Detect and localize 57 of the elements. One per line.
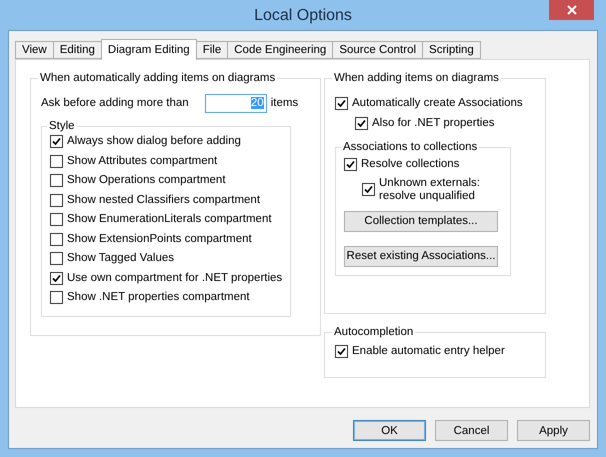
group-title: When adding items on diagrams xyxy=(333,72,500,84)
checkbox[interactable] xyxy=(355,116,368,130)
group-title: Autocompletion xyxy=(333,326,414,338)
close-icon xyxy=(566,5,576,15)
checkmark-icon xyxy=(364,185,373,194)
close-button[interactable] xyxy=(549,0,594,20)
checkbox[interactable] xyxy=(335,97,348,110)
checkbox[interactable] xyxy=(50,194,63,207)
tab[interactable]: Scripting xyxy=(422,41,481,59)
checkmark-icon xyxy=(346,160,355,170)
tab[interactable]: Source Control xyxy=(332,41,424,59)
checkbox[interactable] xyxy=(344,158,357,172)
checkbox[interactable] xyxy=(362,183,375,196)
tab[interactable]: Editing xyxy=(52,41,102,59)
tab[interactable]: Diagram Editing xyxy=(100,39,197,60)
checkbox-label: Show EnumerationLiterals compartment xyxy=(67,213,272,226)
tab[interactable]: File xyxy=(196,41,228,59)
checkbox[interactable] xyxy=(50,213,63,226)
checkbox[interactable] xyxy=(50,291,63,304)
checkbox-label: Show .NET properties compartment xyxy=(67,291,250,304)
group-title: Style xyxy=(48,120,76,132)
checkbox-label: Also for .NET properties xyxy=(372,116,495,130)
checkmark-icon xyxy=(52,274,61,283)
checkbox[interactable] xyxy=(335,345,348,358)
dialog-button[interactable]: Cancel xyxy=(435,420,508,441)
group-title: Associations to collections xyxy=(342,141,478,153)
tab[interactable]: View xyxy=(15,41,54,59)
checkbox-label: Resolve collections xyxy=(361,158,460,172)
checkbox[interactable] xyxy=(50,174,63,188)
checkmark-icon xyxy=(357,118,366,128)
checkbox[interactable] xyxy=(50,135,63,148)
dialog-button[interactable]: OK xyxy=(353,420,426,441)
checkbox[interactable] xyxy=(50,232,63,246)
checkmark-icon xyxy=(337,347,346,356)
action-button[interactable]: Collection templates... xyxy=(344,210,498,232)
checkbox-label: Automatically create Associations xyxy=(352,97,523,110)
checkbox-label: Show nested Classifiers compartment xyxy=(67,194,260,207)
action-button[interactable]: Reset existing Associations... xyxy=(344,246,498,266)
field-label: Ask before adding more than xyxy=(41,96,189,110)
field-suffix: items xyxy=(270,96,298,110)
checkbox-label: Show Attributes compartment xyxy=(67,154,218,168)
checkbox-label: Always show dialog before adding xyxy=(67,135,241,148)
checkbox-label: Show ExtensionPoints compartment xyxy=(67,232,252,246)
dialog-button[interactable]: Apply xyxy=(517,420,590,441)
checkmark-icon xyxy=(52,137,61,146)
checkbox-label: Enable automatic entry helper xyxy=(352,345,505,358)
checkbox-label: Use own compartment for .NET properties xyxy=(67,272,282,285)
checkbox[interactable] xyxy=(50,272,63,285)
checkbox-label: Show Tagged Values xyxy=(67,252,174,266)
checkbox[interactable] xyxy=(50,252,63,266)
checkbox-label: Show Operations compartment xyxy=(67,174,226,188)
tab[interactable]: Code Engineering xyxy=(227,41,334,59)
checkbox-label: Unknown externals: resolve unqualified xyxy=(379,176,480,202)
window-title: Local Options xyxy=(254,7,352,25)
checkmark-icon xyxy=(337,99,346,108)
group-title: When automatically adding items on diagrams xyxy=(39,72,276,84)
checkbox[interactable] xyxy=(50,154,63,168)
